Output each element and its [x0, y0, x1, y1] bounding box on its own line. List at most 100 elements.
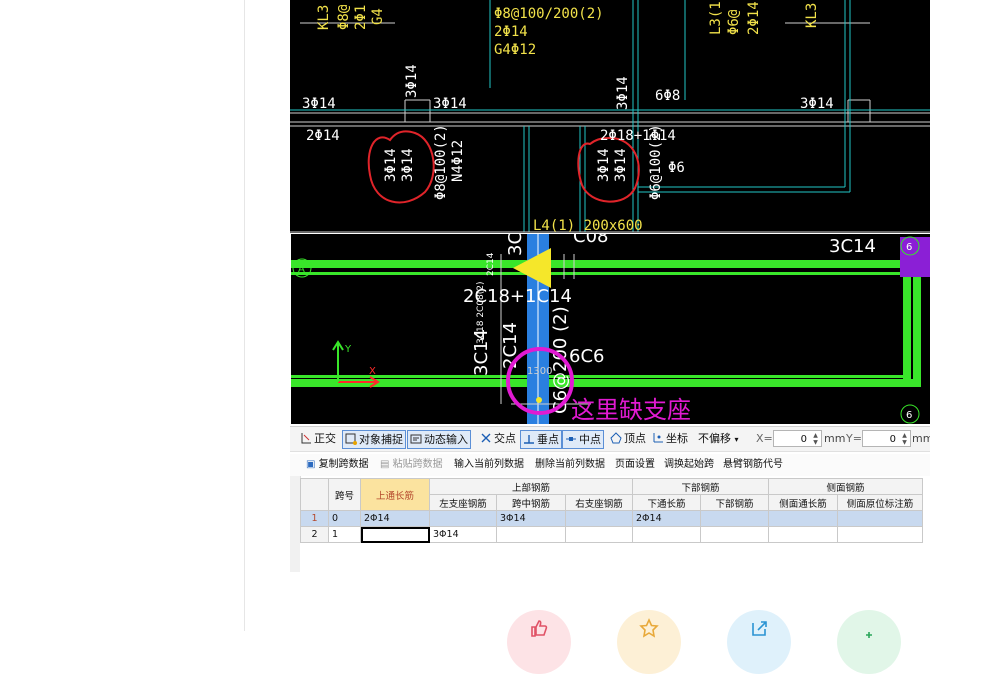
like-button[interactable]	[507, 610, 571, 674]
dynamic-input-toggle[interactable]: 动态输入	[407, 430, 471, 449]
cad-text-3phi14-b: 3Φ14	[433, 96, 467, 112]
page-setup-button[interactable]: 页面设置	[615, 458, 655, 472]
cad-text-g4phi12: G4Φ12	[494, 42, 536, 58]
header-bottom-group: 下部钢筋	[632, 478, 769, 495]
dynamic-input-icon	[410, 434, 422, 444]
intersection-icon	[481, 433, 491, 443]
cell-mid-span[interactable]: 3Φ14	[496, 510, 566, 527]
row-number[interactable]: 2	[300, 526, 329, 543]
coordinate-icon	[653, 433, 663, 443]
axis-6-bottom: 6	[906, 410, 912, 421]
y-coordinate-value: 0	[889, 434, 896, 445]
perpendicular-label: 垂点	[537, 433, 559, 446]
midpoint-label: 中点	[579, 433, 601, 446]
object-snap-icon	[345, 433, 357, 445]
favorite-button[interactable]	[617, 610, 681, 674]
cell-side-through[interactable]	[768, 510, 838, 527]
y-coordinate-input[interactable]: 0 ▲ ▼	[862, 430, 911, 447]
cell-left-support[interactable]: 3Φ14	[429, 526, 497, 543]
cell-bottom-through[interactable]	[632, 526, 701, 543]
x-coordinate-value: 0	[800, 434, 807, 445]
vertex-label: 顶点	[624, 432, 646, 445]
more-button[interactable]	[837, 610, 901, 674]
thumb-up-icon	[531, 620, 548, 637]
header-left-support: 左支座钢筋	[429, 494, 497, 511]
object-snap-toggle[interactable]: 对象捕捉	[342, 430, 406, 449]
corner-cell	[300, 478, 329, 511]
cad-text-beam-stirrup: Φ8@100/200(2)	[494, 6, 604, 22]
cad-text-side1: 2C14	[486, 252, 496, 276]
sidebar-divider	[244, 0, 245, 631]
cantilever-code-button[interactable]: 悬臂钢筋代号	[723, 458, 783, 472]
chevron-down-icon: ▾	[734, 435, 739, 444]
cell-right-support[interactable]	[565, 510, 633, 527]
cell-top-through[interactable]	[360, 526, 430, 543]
cad-text-c08: C08	[573, 234, 608, 247]
x-unit: mm	[824, 432, 846, 445]
cell-side-original[interactable]	[837, 526, 923, 543]
cell-span[interactable]: 0	[328, 510, 361, 527]
cad-text-1300: 1300	[527, 366, 552, 377]
cell-left-support[interactable]	[429, 510, 497, 527]
cell-side-original[interactable]	[837, 510, 923, 527]
star-icon	[639, 618, 659, 638]
x-spin-icon[interactable]: ▲ ▼	[811, 432, 820, 446]
cad-text-2phi-left: 2Φ1	[353, 5, 369, 30]
cad-plan-drawing: KL3 Φ8@ 2Φ1 G4 Φ8@100/200(2) 2Φ14 G4Φ12 …	[290, 0, 930, 233]
ortho-label: 正交	[314, 432, 336, 445]
header-bottom-bar: 下部钢筋	[700, 494, 769, 511]
x-label: X=	[756, 432, 773, 445]
header-top-through: 上通长筋	[360, 478, 430, 511]
copy-icon: ▣	[306, 459, 316, 470]
intersection-snap[interactable]: 交点	[480, 430, 516, 447]
cad-text-phi8-100: Φ8@100(2)	[433, 124, 449, 200]
cell-span[interactable]: 1	[328, 526, 361, 543]
offset-mode-value: 不偏移	[698, 432, 731, 445]
dynamic-input-label: 动态输入	[424, 433, 468, 446]
header-side-group: 侧面钢筋	[768, 478, 923, 495]
x-coordinate-input[interactable]: 0 ▲ ▼	[773, 430, 822, 447]
share-button[interactable]	[727, 610, 791, 674]
row-number[interactable]: 1	[300, 510, 329, 527]
coordinate-snap[interactable]: 坐标	[652, 430, 688, 447]
vertex-snap[interactable]: 顶点	[610, 430, 646, 447]
table-row[interactable]: 1 0 2Φ14 3Φ14 2Φ14	[300, 510, 923, 527]
input-column-button[interactable]: 输入当前列数据	[454, 458, 524, 472]
cad-text-2phi14-v: 2Φ14	[746, 1, 762, 35]
cell-side-through[interactable]	[768, 526, 838, 543]
header-mid-span: 跨中钢筋	[496, 494, 566, 511]
cad-text-circ2-a: 3Φ14	[596, 148, 612, 182]
cad-text-3phi14-v2: 3Φ14	[615, 76, 631, 110]
y-spin-icon[interactable]: ▲ ▼	[900, 432, 909, 446]
cad-text-phi6: Φ6@	[726, 9, 742, 35]
cell-top-through[interactable]: 2Φ14	[360, 510, 430, 527]
ortho-toggle[interactable]: 正交	[300, 430, 336, 447]
cell-right-support[interactable]	[565, 526, 633, 543]
cell-bottom-bar[interactable]	[700, 510, 769, 527]
annotation-missing-support: 这里缺支座	[571, 396, 691, 424]
delete-column-button[interactable]: 删除当前列数据	[535, 458, 605, 472]
table-row[interactable]: 2 1 3Φ14	[300, 526, 923, 543]
paste-span-button[interactable]: ▤ 粘贴跨数据	[380, 458, 443, 472]
cell-mid-span[interactable]	[496, 526, 566, 543]
header-side-through: 侧面通长筋	[768, 494, 838, 511]
cad-text-2phi18: 2Φ18+1Φ14	[600, 128, 676, 144]
perpendicular-snap[interactable]: 垂点	[520, 430, 562, 449]
ortho-icon	[301, 433, 311, 444]
cad-text-l3: L3(1	[708, 1, 724, 35]
axis-a: A	[298, 264, 305, 275]
intersection-label: 交点	[494, 432, 516, 445]
cad-text-3phi14-c: 3Φ14	[800, 96, 834, 112]
cell-bottom-bar[interactable]	[700, 526, 769, 543]
cad-text-2phi14: 2Φ14	[306, 128, 340, 144]
cad-beam-view: A 6 6 3C14 3C C08 2C18+1C14 2C14 3C18 2C…	[291, 234, 930, 424]
midpoint-snap[interactable]: 中点	[562, 430, 604, 449]
cell-bottom-through[interactable]: 2Φ14	[632, 510, 701, 527]
offset-mode-select[interactable]: 不偏移 ▾	[698, 430, 739, 447]
cad-text-phi6-b: Φ6	[668, 160, 685, 176]
cad-text-3c: 3C	[505, 234, 526, 256]
adjust-start-span-button[interactable]: 调换起始跨	[664, 458, 714, 472]
cad-text-l4: L4(1) 200x600	[533, 218, 643, 233]
copy-span-button[interactable]: ▣ 复制跨数据	[306, 458, 369, 472]
cad-text-phi8-left: Φ8@	[336, 4, 352, 30]
